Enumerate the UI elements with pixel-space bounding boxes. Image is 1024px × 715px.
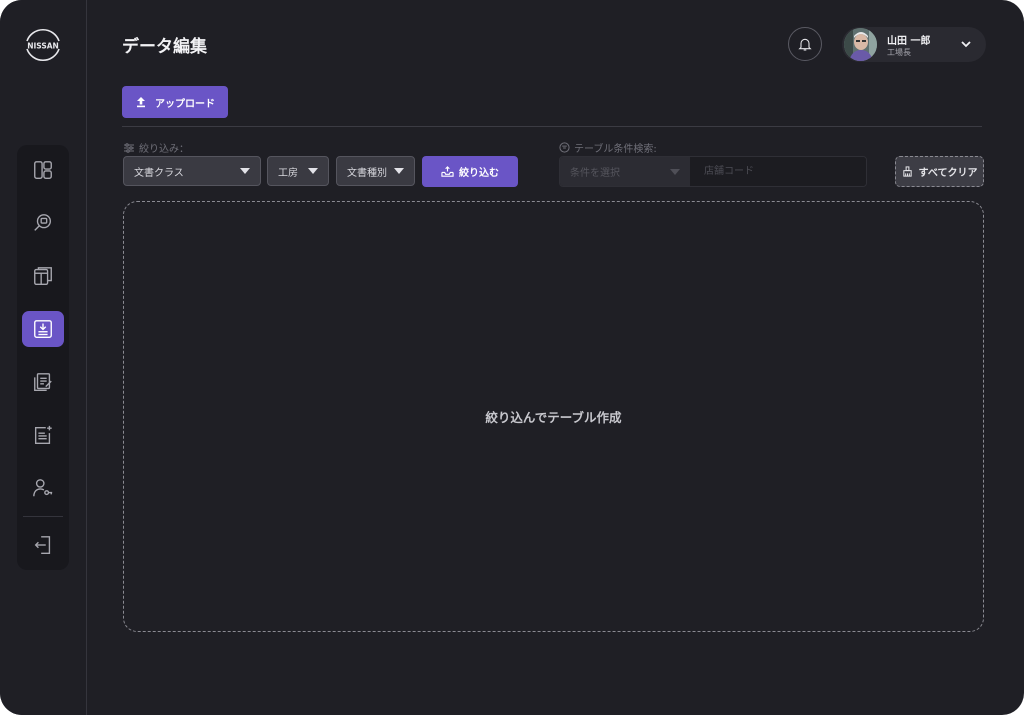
table-search-label-text: テーブル条件検索: (574, 144, 657, 155)
divider (122, 126, 982, 127)
nav-dashboard[interactable] (22, 152, 64, 188)
document-class-select[interactable]: 文書クラス (123, 156, 261, 186)
user-name: 山田 一郎 (887, 36, 931, 47)
user-menu[interactable]: 山田 一郎 工場長 (842, 27, 986, 62)
table-dropzone[interactable]: 絞り込んでテーブル作成 (123, 201, 984, 632)
broom-icon (902, 166, 912, 177)
nissan-logo[interactable]: NISSAN (19, 25, 67, 65)
nav-windows[interactable] (22, 258, 64, 294)
search-chat-icon (34, 214, 52, 231)
upload-label: アップロード (155, 98, 215, 110)
nav-search[interactable] (22, 205, 64, 241)
nav-documents[interactable] (22, 364, 64, 400)
workshop-value: 工房 (278, 167, 298, 179)
document-stack-edit-icon (34, 373, 52, 391)
document-type-value: 文書種別 (347, 167, 387, 179)
nav-rail (17, 145, 69, 570)
page-title: データ編集 (122, 37, 207, 57)
nav-add-document[interactable] (22, 417, 64, 453)
dropzone-text: 絞り込んでテーブル作成 (485, 410, 622, 425)
document-class-value: 文書クラス (134, 167, 184, 179)
caret-down-icon (670, 168, 680, 175)
user-key-icon (33, 479, 53, 497)
nav-divider (23, 516, 63, 517)
svg-text:NISSAN: NISSAN (27, 42, 59, 51)
table-search-label: テーブル条件検索: (559, 140, 657, 155)
sidebar: NISSAN (0, 0, 87, 715)
notification-button[interactable] (788, 27, 822, 61)
sliders-icon (124, 142, 134, 153)
app-window: NISSAN データ編集 山田 一郎 工場長 アップロード 絞り込み： 文書クラ… (0, 0, 1024, 715)
nav-user-access[interactable] (22, 470, 64, 506)
nav-data-edit[interactable] (22, 311, 64, 347)
user-role: 工場長 (887, 48, 911, 57)
filter-circle-icon (559, 142, 570, 153)
store-code-input[interactable] (691, 157, 866, 186)
upload-button[interactable]: アップロード (122, 86, 228, 118)
tray-upload-icon (441, 166, 454, 177)
logout-icon (34, 536, 51, 554)
clear-all-button[interactable]: すべてクリア (895, 156, 984, 187)
clear-all-label: すべてクリア (918, 168, 978, 179)
bell-icon (798, 38, 812, 51)
caret-down-icon (308, 168, 318, 174)
condition-placeholder: 条件を選択 (570, 168, 620, 179)
caret-down-icon (240, 168, 250, 174)
caret-down-icon (394, 168, 404, 174)
upload-icon (137, 97, 145, 108)
workshop-select[interactable]: 工房 (267, 156, 329, 186)
document-type-select[interactable]: 文書種別 (336, 156, 415, 186)
filter-label-text: 絞り込み： (139, 144, 189, 155)
browser-window-icon (34, 267, 52, 285)
nav-logout[interactable] (22, 527, 64, 563)
download-document-icon (34, 320, 52, 338)
apply-filter-label: 絞り込む (459, 168, 499, 179)
add-document-icon (34, 425, 52, 444)
dashboard-icon (34, 161, 52, 179)
apply-filter-button[interactable]: 絞り込む (422, 156, 518, 187)
filter-label: 絞り込み： (123, 140, 189, 155)
chevron-down-icon (961, 41, 971, 48)
table-search-group: 条件を選択 (559, 156, 867, 187)
avatar (844, 28, 877, 61)
condition-select[interactable]: 条件を選択 (560, 157, 690, 186)
